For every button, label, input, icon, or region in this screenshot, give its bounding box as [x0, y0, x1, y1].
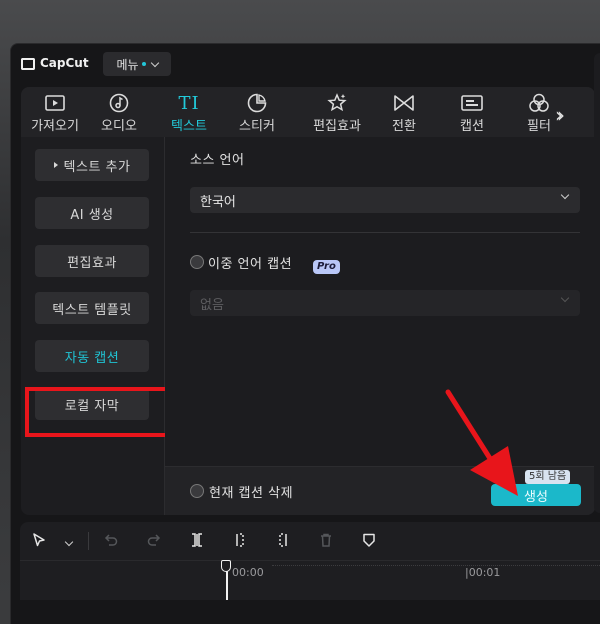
source-language-select[interactable]: 한국어 [190, 187, 580, 213]
tab-label: 필터 [527, 119, 551, 134]
tab-caption[interactable]: 캡션 [440, 92, 504, 134]
timeline-toolbar [20, 522, 600, 561]
materials-panel: 가져오기 오디오 TI 텍스트 스티커 편집효과 전환 캡션 필터 ›› 텍스트… [21, 87, 595, 515]
media-import-icon [45, 95, 65, 111]
app-logo: CapCut [21, 56, 89, 70]
timeline-ruler [272, 565, 600, 569]
source-language-label: 소스 언어 [190, 153, 245, 168]
menu-button[interactable]: 메뉴 [103, 52, 171, 76]
redo-icon [147, 534, 161, 546]
redo-button[interactable] [145, 532, 163, 550]
effects-icon [327, 93, 347, 112]
chevron-down-icon [64, 537, 73, 547]
tab-transition[interactable]: 전환 [372, 92, 436, 134]
bilingual-language-select[interactable]: 없음 [190, 290, 580, 316]
tab-label: 오디오 [101, 119, 137, 134]
text-icon: TI [178, 92, 200, 114]
sidebar-item-add-text[interactable]: 텍스트 추가 [35, 149, 149, 181]
sidebar-item-label: AI 생성 [70, 207, 114, 223]
trash-icon [321, 533, 331, 547]
chevron-down-icon [150, 58, 159, 67]
audio-icon [109, 93, 129, 113]
timecode-next: |00:01 [465, 566, 501, 579]
bilingual-caption-checkbox[interactable] [190, 255, 204, 269]
bilingual-language-placeholder: 없음 [200, 297, 224, 313]
chevron-down-icon [560, 293, 570, 303]
menu-label: 메뉴 [116, 57, 139, 72]
delete-current-caption-checkbox[interactable] [190, 484, 204, 498]
trim-right-icon [279, 533, 287, 547]
source-language-value: 한국어 [200, 194, 236, 210]
split-button[interactable] [188, 532, 206, 550]
tab-import[interactable]: 가져오기 [23, 92, 87, 134]
sidebar-item-label: 텍스트 템플릿 [52, 302, 132, 318]
trim-right-button[interactable] [274, 532, 292, 550]
tab-text[interactable]: TI 텍스트 [157, 92, 221, 135]
tab-label: 가져오기 [31, 119, 79, 134]
undo-icon [104, 534, 118, 546]
tab-sticker[interactable]: 스티커 [225, 92, 289, 134]
tab-label: 캡션 [460, 119, 484, 134]
undo-button[interactable] [102, 532, 120, 550]
chevron-down-icon [560, 190, 570, 200]
tab-label: 텍스트 [171, 119, 207, 134]
sidebar-item-label: 텍스트 추가 [63, 159, 131, 175]
tool-menu-button[interactable] [58, 532, 76, 550]
tab-filter[interactable]: 필터 [507, 92, 571, 134]
generate-button[interactable]: 생성 [491, 484, 581, 506]
generate-label: 생성 [524, 489, 548, 505]
caret-right-icon [53, 162, 58, 168]
trim-left-button[interactable] [231, 532, 249, 550]
auto-caption-panel: 소스 언어 한국어 이중 언어 캡션 Pro 없음 현재 캡션 삭제 생성 5회… [165, 137, 595, 515]
sidebar-item-text-template[interactable]: 텍스트 템플릿 [35, 292, 149, 324]
toolbar-separator [88, 532, 89, 550]
app-name: CapCut [40, 56, 89, 70]
capcut-logo-icon [21, 57, 35, 70]
notification-dot-icon [141, 62, 146, 66]
shield-marker-icon [363, 533, 375, 547]
sidebar-item-auto-caption[interactable]: 자동 캡션 [35, 340, 149, 372]
remaining-count-badge: 5회 남음 [525, 470, 571, 484]
title-bar: CapCut 메뉴 [11, 44, 600, 82]
tab-audio[interactable]: 오디오 [87, 92, 151, 134]
caption-footer: 현재 캡션 삭제 생성 5회 남음 [165, 466, 595, 515]
cursor-icon [33, 533, 45, 547]
playhead-handle[interactable] [221, 560, 231, 572]
sidebar-item-effects[interactable]: 편집효과 [35, 245, 149, 277]
preview-panel-edge [594, 53, 600, 513]
sidebar-item-label: 편집효과 [67, 255, 117, 271]
caption-icon [461, 95, 483, 111]
pro-badge: Pro [313, 260, 340, 274]
delete-button[interactable] [317, 532, 335, 550]
select-tool-button[interactable] [30, 532, 48, 550]
sticker-icon [247, 93, 267, 113]
split-icon [192, 533, 202, 547]
sidebar-item-label: 자동 캡션 [64, 350, 120, 366]
tab-label: 전환 [392, 119, 416, 134]
timeline-panel: 00:00 |00:01 [20, 522, 600, 600]
transition-icon [394, 95, 414, 111]
divider [190, 232, 580, 233]
more-tabs-button[interactable]: ›› [555, 103, 565, 127]
text-sidebar: 텍스트 추가 AI 생성 편집효과 텍스트 템플릿 자동 캡션 로컬 자막 [21, 137, 173, 515]
bilingual-caption-label: 이중 언어 캡션 [208, 257, 293, 272]
expand-icon: ›› [555, 103, 565, 127]
tab-effects[interactable]: 편집효과 [305, 92, 369, 134]
media-toolbar: 가져오기 오디오 TI 텍스트 스티커 편집효과 전환 캡션 필터 ›› [21, 87, 595, 137]
timecode-start: 00:00 [232, 566, 264, 579]
delete-current-caption-label: 현재 캡션 삭제 [209, 486, 294, 501]
filter-icon [529, 93, 549, 112]
highlight-box [25, 387, 173, 437]
trim-left-icon [236, 533, 244, 547]
marker-button[interactable] [360, 532, 378, 550]
sidebar-item-ai-generate[interactable]: AI 생성 [35, 197, 149, 229]
tab-label: 편집효과 [313, 119, 361, 134]
tab-label: 스티커 [239, 119, 275, 134]
